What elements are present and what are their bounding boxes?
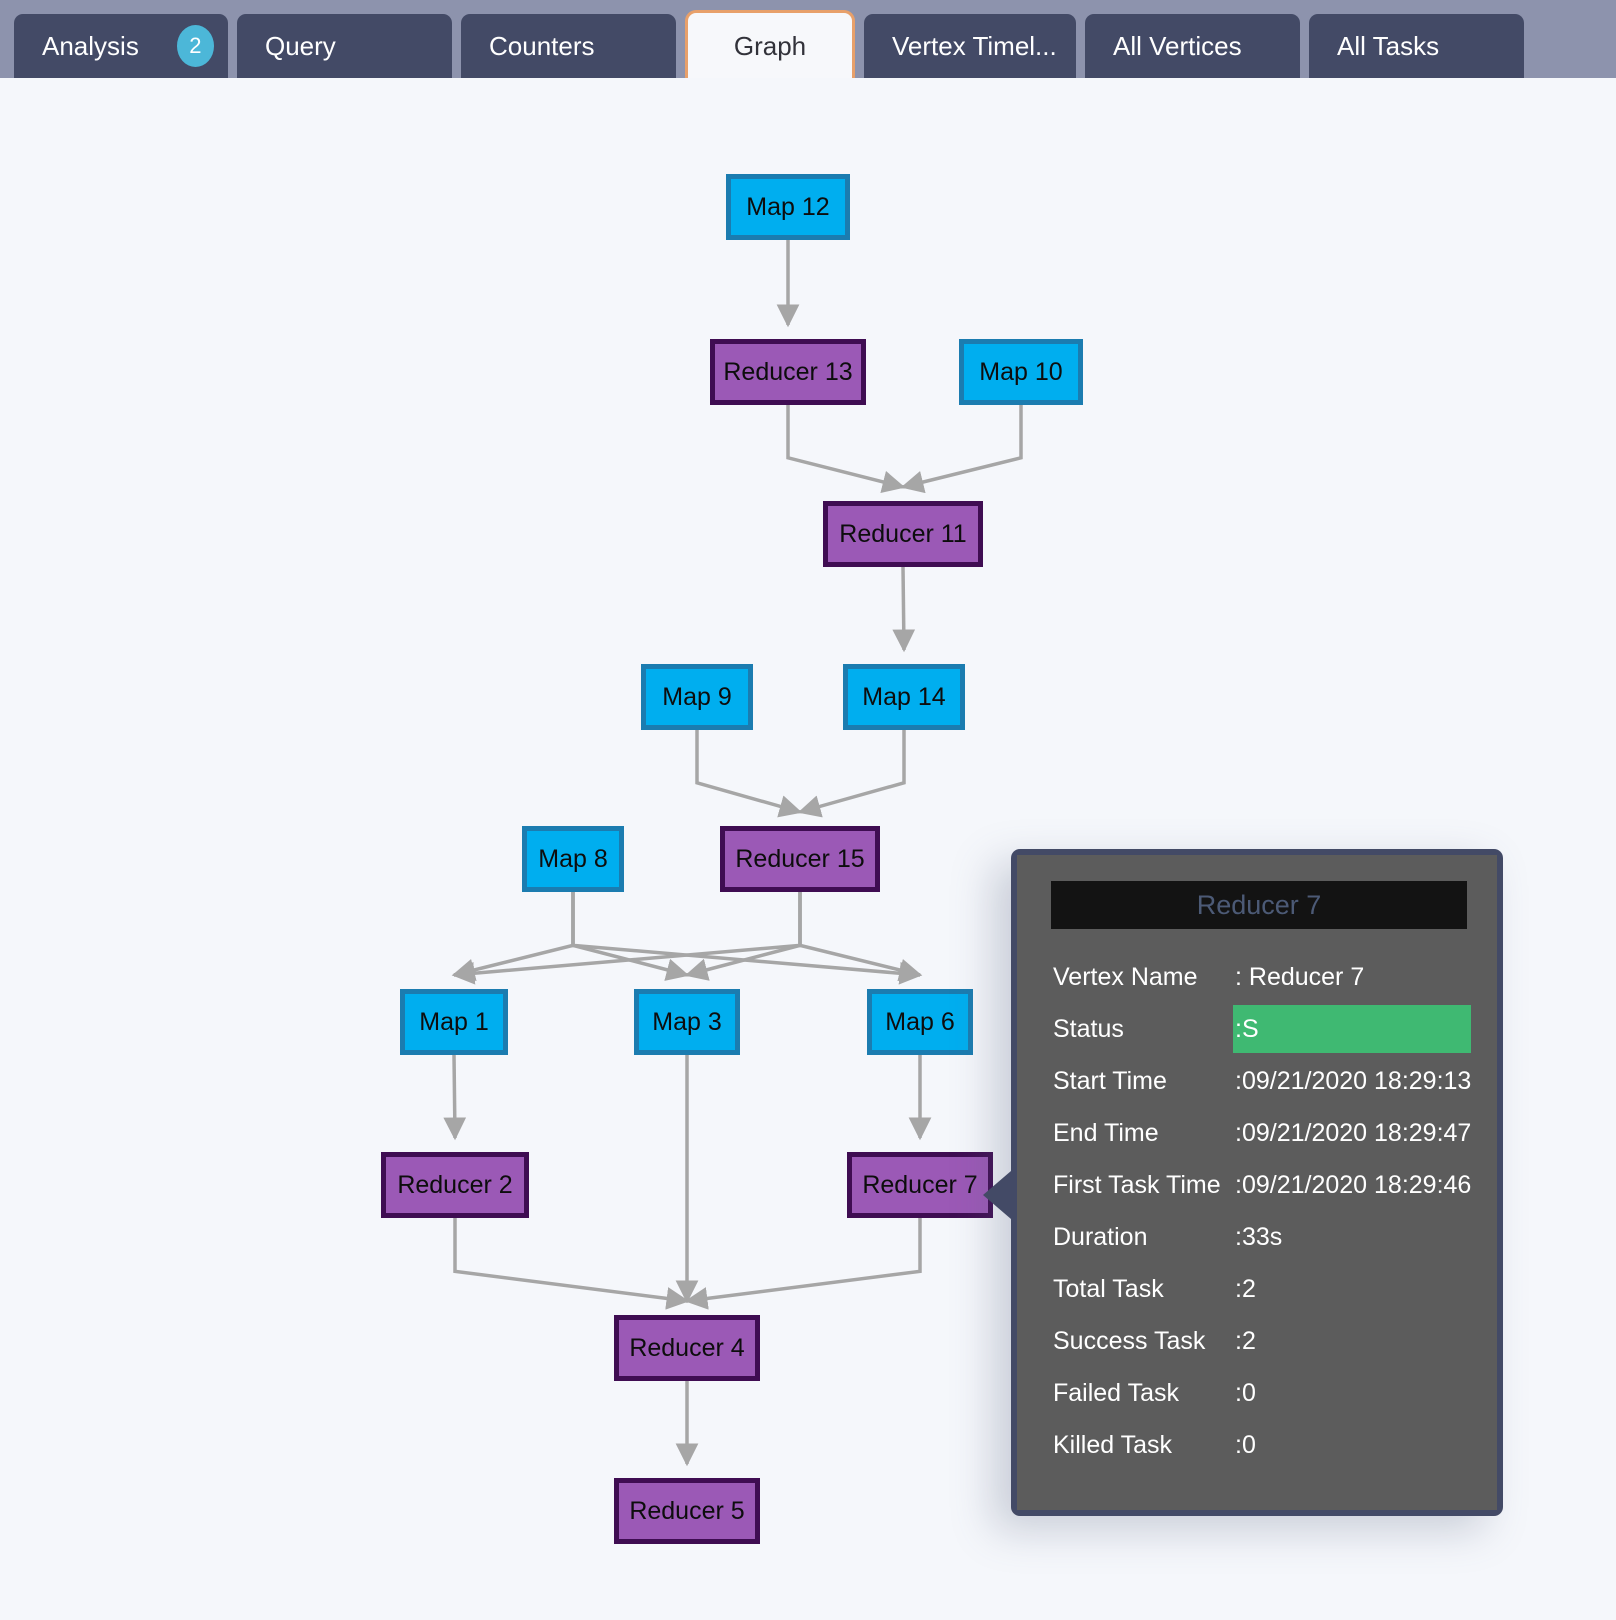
graph-node-map10[interactable]: Map 10 — [959, 339, 1083, 405]
graph-edge-reducer2-to-reducer4 — [453, 1218, 690, 1310]
tooltip-row-start-time: Start Time :09/21/2020 18:29:13 — [1053, 1055, 1497, 1107]
tooltip-body: Reducer 7 Vertex Name : Reducer 7 Status :S… — [1017, 855, 1497, 1510]
graph-node-label: Map 8 — [538, 844, 608, 873]
tab-all-tasks-label: All Tasks — [1337, 31, 1440, 61]
graph-node-map6[interactable]: Map 6 — [867, 989, 973, 1055]
tooltip-row-status: Status :S — [1053, 1003, 1497, 1055]
graph-node-reducer15[interactable]: Reducer 15 — [720, 826, 880, 892]
graph-node-label: Map 1 — [419, 1007, 489, 1036]
graph-node-map9[interactable]: Map 9 — [641, 664, 753, 730]
graph-node-label: Reducer 4 — [629, 1333, 745, 1362]
tooltip-row-key: First Task Time — [1053, 1170, 1221, 1199]
tooltip-row-value: :09/21/2020 18:29:13 — [1235, 1066, 1472, 1095]
status-badge: :S — [1233, 1005, 1471, 1053]
graph-node-reducer13[interactable]: Reducer 13 — [710, 339, 866, 405]
tab-vertex-timeline[interactable]: Vertex Timel... — [864, 14, 1076, 78]
graph-node-reducer5[interactable]: Reducer 5 — [614, 1478, 760, 1544]
tooltip-row-key: Killed Task — [1053, 1430, 1173, 1459]
tab-bar: Analysis 2 Query Counters Graph Vertex T… — [0, 0, 1616, 78]
graph-node-label: Reducer 2 — [397, 1170, 513, 1199]
graph-node-map3[interactable]: Map 3 — [634, 989, 740, 1055]
tooltip-row-killed-task: Killed Task :0 — [1053, 1419, 1497, 1471]
graph-edge-map10-to-reducer11 — [900, 405, 1023, 494]
tooltip-row-first-task-time: First Task Time :09/21/2020 18:29:46 — [1053, 1159, 1497, 1211]
tooltip-row-duration: Duration :33s — [1053, 1211, 1497, 1263]
graph-edge-reducer7-to-reducer4 — [684, 1218, 922, 1310]
graph-node-reducer11[interactable]: Reducer 11 — [823, 501, 983, 567]
graph-edge-map14-to-reducer15 — [797, 730, 906, 818]
tooltip-title: Reducer 7 — [1051, 881, 1467, 929]
vertex-tooltip: Reducer 7 Vertex Name : Reducer 7 Status :S… — [983, 849, 1503, 1516]
graph-node-label: Map 9 — [662, 682, 732, 711]
tab-graph-label: Graph — [733, 30, 807, 61]
graph-node-label: Map 14 — [862, 682, 946, 711]
graph-node-map8[interactable]: Map 8 — [522, 826, 624, 892]
tooltip-row-key: End Time — [1053, 1118, 1159, 1147]
graph-edge-reducer13-to-reducer11 — [786, 405, 906, 493]
graph-node-label: Map 10 — [979, 357, 1063, 386]
tooltip-row-value: :09/21/2020 18:29:47 — [1235, 1118, 1472, 1147]
tooltip-row-vertex-name: Vertex Name : Reducer 7 — [1053, 951, 1497, 1003]
tab-all-vertices[interactable]: All Vertices — [1085, 14, 1300, 78]
tab-counters[interactable]: Counters — [461, 14, 676, 78]
tab-all-tasks[interactable]: All Tasks — [1309, 14, 1524, 78]
tooltip-row-value: :0 — [1235, 1378, 1256, 1407]
tab-all-vertices-label: All Vertices — [1113, 31, 1242, 61]
tooltip-pointer-arrow — [983, 1171, 1011, 1219]
graph-node-map14[interactable]: Map 14 — [843, 664, 965, 730]
graph-edge-reducer15-to-map6 — [798, 892, 923, 982]
tab-query-label: Query — [265, 31, 336, 61]
graph-node-label: Reducer 11 — [839, 519, 967, 548]
tooltip-row-value: :33s — [1235, 1222, 1283, 1251]
tooltip-row-key: Failed Task — [1053, 1378, 1179, 1407]
tooltip-row-success-task: Success Task :2 — [1053, 1315, 1497, 1367]
tooltip-row-key: Status — [1053, 1014, 1124, 1043]
tooltip-row-key: Total Task — [1053, 1274, 1164, 1303]
tab-graph[interactable]: Graph — [685, 10, 855, 78]
tab-analysis-badge: 2 — [176, 25, 214, 67]
graph-node-label: Reducer 13 — [723, 357, 853, 386]
tooltip-rows: Vertex Name: Reducer 7 Status:S Start Time… — [1017, 951, 1497, 1471]
graph-node-map12[interactable]: Map 12 — [726, 174, 850, 240]
tooltip-row-key: Start Time — [1053, 1066, 1167, 1095]
tooltip-row-value: :0 — [1235, 1430, 1256, 1459]
tab-analysis-label: Analysis — [42, 31, 139, 61]
tooltip-row-total-task: Total Task :2 — [1053, 1263, 1497, 1315]
tab-vertex-timeline-label: Vertex Timel... — [892, 31, 1057, 61]
graph-node-label: Reducer 5 — [629, 1496, 745, 1525]
tab-analysis[interactable]: Analysis 2 — [14, 14, 228, 78]
graph-edge-map8-to-map1 — [451, 892, 575, 982]
tooltip-row-key: Vertex Name — [1053, 962, 1198, 991]
tooltip-row-end-time: End Time :09/21/2020 18:29:47 — [1053, 1107, 1497, 1159]
graph-edge-map1-to-reducer2 — [443, 1054, 467, 1141]
tooltip-row-value: :2 — [1235, 1326, 1256, 1355]
graph-edge-reducer11-to-map14 — [892, 566, 916, 653]
tab-query[interactable]: Query — [237, 14, 452, 78]
tooltip-row-key: Duration — [1053, 1222, 1148, 1251]
graph-node-reducer2[interactable]: Reducer 2 — [381, 1152, 529, 1218]
graph-node-label: Map 12 — [746, 192, 830, 221]
graph-node-label: Map 6 — [885, 1007, 955, 1036]
graph-node-label: Map 3 — [652, 1007, 722, 1036]
tooltip-row-value: :09/21/2020 18:29:46 — [1235, 1170, 1472, 1199]
graph-node-map1[interactable]: Map 1 — [400, 989, 508, 1055]
graph-node-label: Reducer 7 — [862, 1170, 978, 1199]
tooltip-row-failed-task: Failed Task :0 — [1053, 1367, 1497, 1419]
graph-node-label: Reducer 15 — [735, 844, 865, 873]
tooltip-row-value: :2 — [1235, 1274, 1256, 1303]
tooltip-row-value: : Reducer 7 — [1235, 962, 1365, 991]
tooltip-row-key: Success Task — [1053, 1326, 1206, 1355]
graph-node-reducer7[interactable]: Reducer 7 — [847, 1152, 993, 1218]
graph-node-reducer4[interactable]: Reducer 4 — [614, 1315, 760, 1381]
graph-edge-map9-to-reducer15 — [695, 730, 803, 818]
tab-counters-label: Counters — [489, 31, 595, 61]
